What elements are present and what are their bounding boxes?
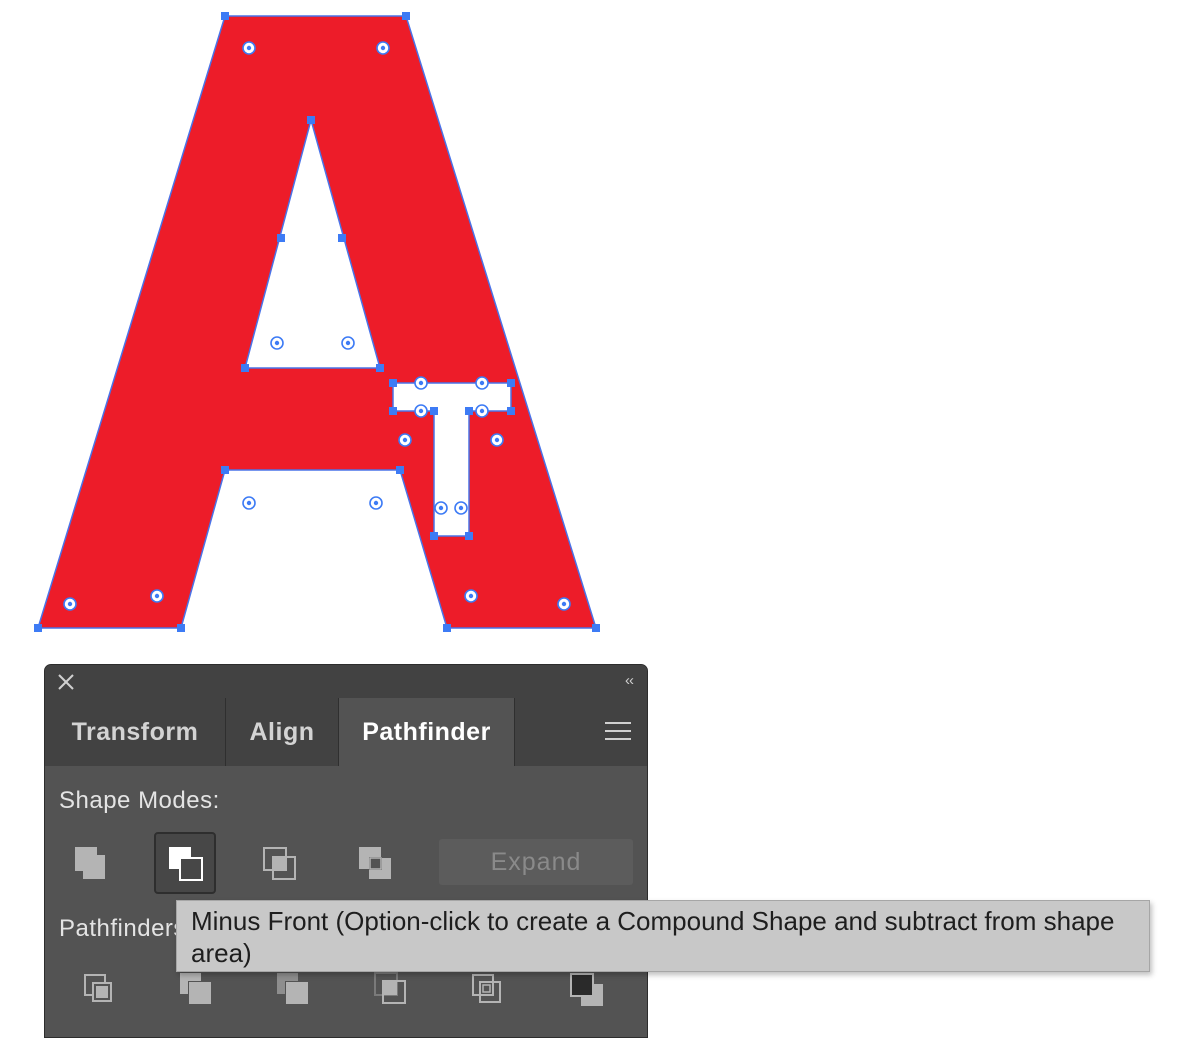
live-corner-widget[interactable] — [464, 589, 478, 603]
unite-icon[interactable] — [61, 833, 123, 895]
panel-tabbar: Transform Align Pathfinder — [45, 698, 647, 766]
live-corner-widget[interactable] — [414, 376, 428, 390]
shape-modes-label: Shape Modes: — [59, 787, 220, 814]
minus-front-icon[interactable] — [154, 832, 216, 894]
close-icon[interactable] — [55, 671, 77, 693]
live-corner-widget[interactable] — [376, 41, 390, 55]
tab-align[interactable]: Align — [226, 698, 339, 766]
anchor-point[interactable] — [338, 234, 346, 242]
divide-icon[interactable] — [71, 961, 133, 1023]
anchor-point[interactable] — [396, 466, 404, 474]
live-corner-widget[interactable] — [475, 376, 489, 390]
anchor-point[interactable] — [507, 379, 515, 387]
anchor-point[interactable] — [592, 624, 600, 632]
anchor-point[interactable] — [376, 364, 384, 372]
anchor-point[interactable] — [34, 624, 42, 632]
live-corner-widget[interactable] — [369, 496, 383, 510]
anchor-point[interactable] — [221, 466, 229, 474]
anchor-point[interactable] — [402, 12, 410, 20]
collapse-panel-button[interactable]: ‹‹ — [625, 670, 634, 692]
expand-button[interactable]: Expand — [439, 839, 633, 885]
live-corner-widget[interactable] — [454, 501, 468, 515]
anchor-point[interactable] — [389, 407, 397, 415]
artboard-canvas[interactable] — [0, 0, 1180, 660]
anchor-point[interactable] — [277, 234, 285, 242]
pathfinders-label: Pathfinders: — [59, 915, 194, 942]
panel-titlebar[interactable]: ‹‹ — [45, 665, 647, 698]
exclude-icon[interactable] — [345, 833, 407, 895]
live-corner-widget[interactable] — [475, 404, 489, 418]
anchor-point[interactable] — [443, 624, 451, 632]
hamburger-menu-icon[interactable] — [605, 720, 631, 742]
anchor-point[interactable] — [465, 532, 473, 540]
live-corner-widget[interactable] — [242, 41, 256, 55]
anchor-point[interactable] — [241, 364, 249, 372]
anchor-point[interactable] — [430, 407, 438, 415]
tab-pathfinder[interactable]: Pathfinder — [339, 698, 515, 766]
live-corner-widget[interactable] — [398, 433, 412, 447]
live-corner-widget[interactable] — [434, 501, 448, 515]
anchor-point[interactable] — [465, 407, 473, 415]
minus-front-tooltip: Minus Front (Option-click to create a Co… — [176, 900, 1150, 972]
intersect-icon[interactable] — [249, 833, 311, 895]
live-corner-widget[interactable] — [242, 496, 256, 510]
anchor-point[interactable] — [430, 532, 438, 540]
anchor-point[interactable] — [307, 116, 315, 124]
live-corner-widget[interactable] — [150, 589, 164, 603]
live-corner-widget[interactable] — [557, 597, 571, 611]
anchor-point[interactable] — [507, 407, 515, 415]
live-corner-widget[interactable] — [414, 404, 428, 418]
anchor-point[interactable] — [389, 379, 397, 387]
anchor-point[interactable] — [177, 624, 185, 632]
live-corner-widget[interactable] — [341, 336, 355, 350]
live-corner-widget[interactable] — [270, 336, 284, 350]
tab-transform[interactable]: Transform — [45, 698, 226, 766]
pathfinder-panel: ‹‹ Transform Align Pathfinder Shape Mode… — [44, 664, 648, 1038]
live-corner-widget[interactable] — [490, 433, 504, 447]
anchor-point[interactable] — [221, 12, 229, 20]
letter-a-compound-shape[interactable] — [36, 15, 598, 629]
live-corner-widget[interactable] — [63, 597, 77, 611]
